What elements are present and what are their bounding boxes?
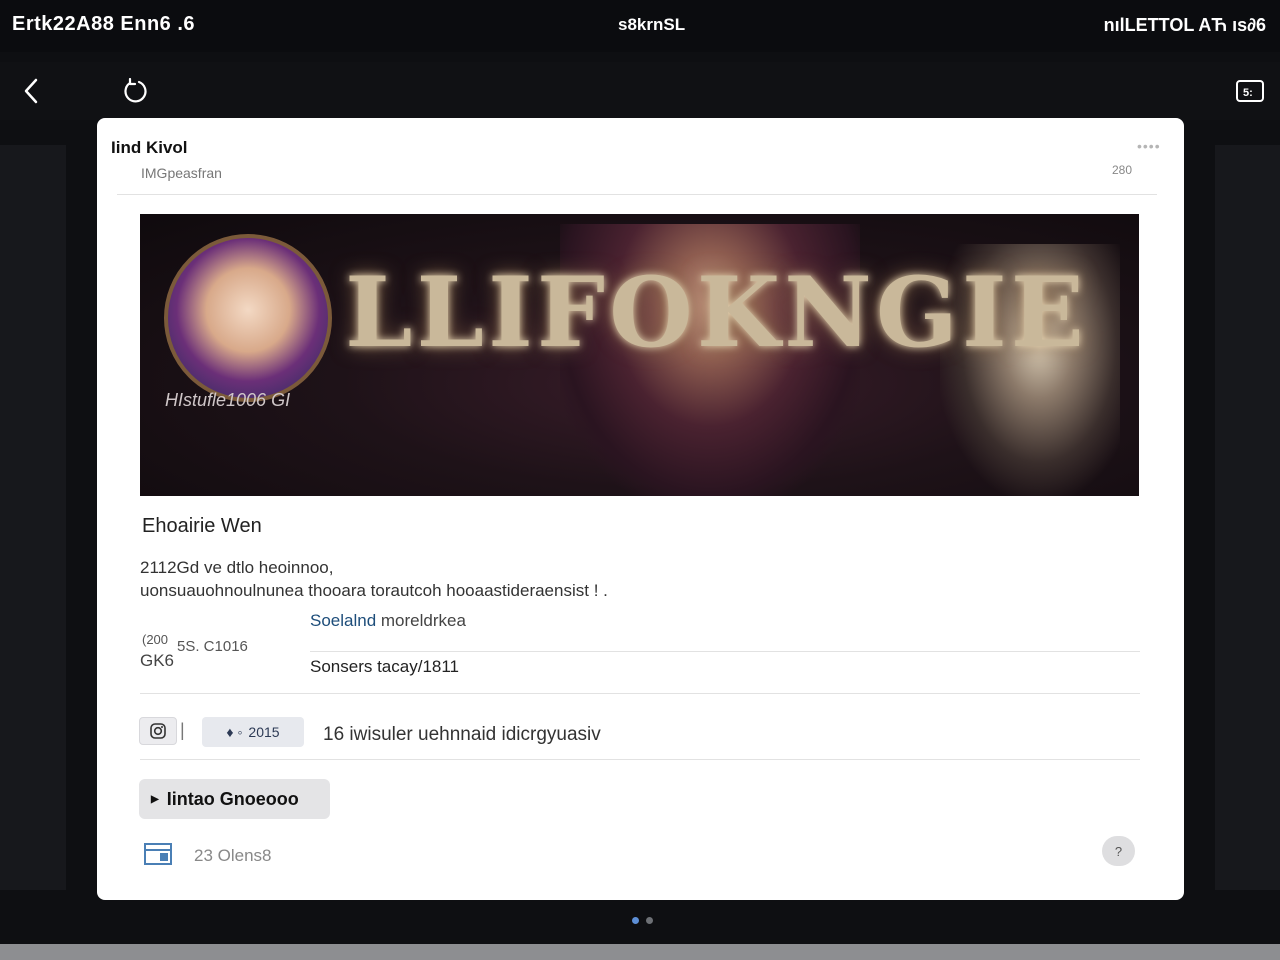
instagram-button[interactable] bbox=[139, 717, 177, 745]
previous-card-peek[interactable] bbox=[0, 145, 66, 890]
tabs-icon: 5: bbox=[1236, 80, 1264, 102]
status-bar: Ertk22A88 Enn6 .6 s8krnSL nılLETTOL AЋ ı… bbox=[0, 0, 1280, 52]
refresh-button[interactable] bbox=[118, 74, 152, 108]
primary-button-label: Iintao Gnoeooo bbox=[166, 788, 299, 809]
back-button[interactable] bbox=[14, 76, 48, 106]
meta-value: 5S. C1016 bbox=[177, 638, 248, 655]
info-line: Sonsers tacay/1811 bbox=[310, 657, 459, 676]
page-dot[interactable] bbox=[646, 917, 653, 924]
page-dot-active[interactable] bbox=[632, 917, 639, 924]
count-chip[interactable]: ♦ ◦ 2015 bbox=[202, 717, 304, 747]
section-heading: Ehoairie Wen bbox=[142, 515, 262, 537]
link-rest: moreldrkea bbox=[376, 611, 466, 630]
detail-link[interactable]: Soelalnd moreldrkea bbox=[310, 611, 466, 631]
nav-bar bbox=[0, 62, 1280, 120]
description-line: 2112Gd ve dtlo heoinnoo, bbox=[140, 558, 334, 577]
card-count: 280 bbox=[1112, 163, 1133, 177]
play-icon: ▶ bbox=[151, 793, 159, 805]
status-indicators: nılLETTOL AЋ ıs∂6 bbox=[1103, 15, 1266, 35]
action-text: 16 iwisuler uehnnaid idicrgyuasiv bbox=[323, 724, 601, 745]
tabs-button[interactable]: 5: bbox=[1232, 76, 1268, 106]
refresh-icon bbox=[124, 78, 147, 103]
content-card: Iind Kivol IMGpeasfran •••• 280 LLIFOKNG… bbox=[97, 118, 1184, 900]
footer-text: 23 Olens8 bbox=[194, 846, 272, 865]
description-line: uonsuauohnoulnunea thooara torautcoh hoo… bbox=[140, 581, 608, 600]
next-card-peek[interactable] bbox=[1215, 145, 1280, 890]
avatar bbox=[164, 234, 332, 402]
help-button[interactable]: ? bbox=[1102, 836, 1135, 866]
chevron-left-icon bbox=[24, 78, 38, 104]
card-subtitle: IMGpeasfran bbox=[141, 165, 222, 181]
status-center-label: s8krnSL bbox=[618, 15, 686, 34]
primary-button[interactable]: ▶ Iintao Gnoeooo bbox=[139, 779, 330, 819]
bottom-bar bbox=[0, 944, 1280, 960]
page-indicator[interactable] bbox=[632, 917, 653, 924]
hero-image[interactable]: LLIFOKNGIE HIstufle1006 GI bbox=[140, 214, 1139, 496]
divider bbox=[140, 759, 1140, 760]
link-label[interactable]: Soelalnd bbox=[310, 611, 376, 630]
card-title: Iind Kivol bbox=[111, 138, 188, 157]
diamond-icon: ♦ ◦ bbox=[226, 724, 243, 740]
more-options-button[interactable]: •••• bbox=[1137, 138, 1161, 154]
meta-code: GK6 bbox=[140, 651, 175, 670]
layout-icon[interactable] bbox=[143, 841, 173, 867]
hero-neon-sign: LLIFOKNGIE bbox=[345, 256, 1088, 369]
divider bbox=[117, 194, 1157, 195]
chip-label: 2015 bbox=[248, 724, 280, 740]
divider bbox=[310, 651, 1140, 652]
hero-caption: HIstufle1006 GI bbox=[165, 390, 291, 410]
svg-text:5:: 5: bbox=[1243, 87, 1253, 99]
status-time: Ertk22A88 Enn6 .6 bbox=[12, 13, 196, 35]
instagram-icon bbox=[150, 723, 166, 739]
divider bbox=[140, 693, 1140, 694]
meta-small: (200 bbox=[142, 632, 169, 647]
separator: | bbox=[180, 720, 185, 740]
